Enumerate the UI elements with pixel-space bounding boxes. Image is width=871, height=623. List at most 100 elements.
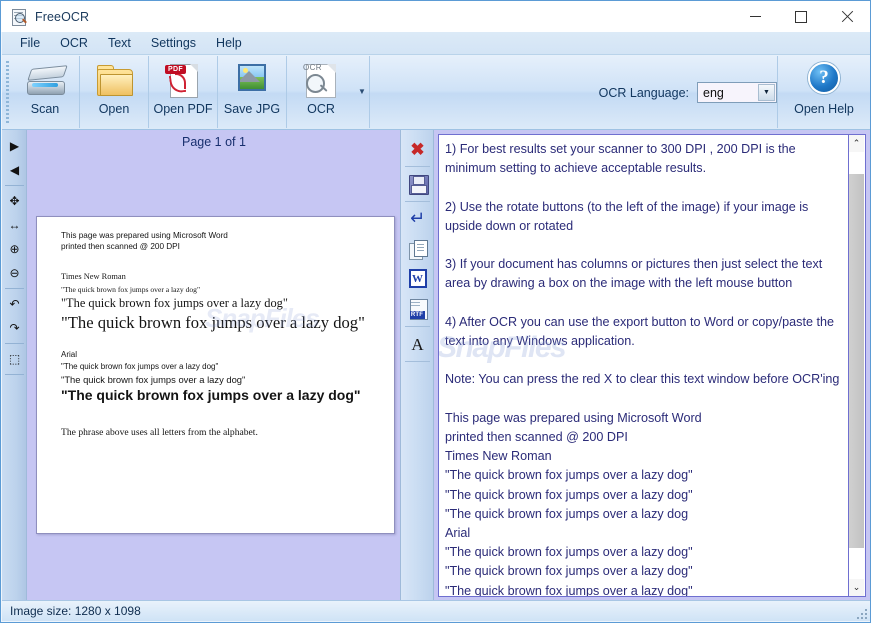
insert-paragraph-button[interactable]: ↵ [401,204,434,234]
scanned-line: The phrase above uses all letters from t… [61,427,258,438]
save-text-button[interactable] [401,169,434,199]
text-tools-strip: ✖ ↵ W RTF A [401,130,434,601]
ocr-language-group: OCR Language: eng ▼ [599,55,777,130]
font-settings-button[interactable]: A [401,329,434,359]
scanned-line: Times New Roman [61,272,126,281]
image-file-icon [231,61,273,99]
scanned-line: This page was prepared using Microsoft W… [61,231,228,240]
ocr-language-value: eng [703,85,724,100]
scanned-line: printed then scanned @ 200 DPI [61,242,180,251]
rotate-left-button[interactable]: ◀ [2,158,27,182]
title-bar: FreeOCR [1,1,870,32]
scrollbar-track[interactable] [849,152,864,579]
menu-file[interactable]: File [11,33,49,53]
menu-text[interactable]: Text [99,33,140,53]
close-icon [841,11,853,23]
scan-label: Scan [30,102,60,116]
tool-separator [404,361,430,362]
toolbar-separator [369,56,370,128]
app-icon [10,8,28,26]
window-controls [732,1,870,32]
open-button[interactable]: Open [80,55,148,127]
menu-help[interactable]: Help [207,33,251,53]
toolbar-primary-group: Scan Open PDF Open PDF Save JPG OCR OCR … [11,55,370,130]
scanned-page[interactable]: This page was prepared using Microsoft W… [36,216,395,534]
ocr-text-area[interactable]: SnapFiles 1) For best results set your s… [438,134,849,597]
tool-separator [4,343,24,344]
tool-separator [4,288,24,289]
menu-bar: File OCR Text Settings Help [2,32,870,55]
ocr-dropdown-button[interactable]: ▼ [355,55,369,127]
image-tools-strip: ▶ ◀ ✥ ↔ ⊕ ⊖ ↶ ↷ ⬚ [2,130,27,601]
scanned-line: "The quick brown fox jumps over a lazy d… [61,374,246,385]
scanner-icon [24,61,68,99]
page-indicator: Page 1 of 1 [182,135,246,149]
pan-tool-button[interactable]: ✥ [2,189,27,213]
undo-button[interactable]: ↶ [2,292,27,316]
scroll-up-button[interactable]: ⌃ [849,135,864,152]
tool-separator [404,201,430,202]
text-vertical-scrollbar[interactable]: ⌃ ⌄ [849,134,866,597]
chevron-down-icon[interactable]: ▼ [758,84,775,101]
ocr-button[interactable]: OCR OCR [287,55,355,127]
image-size-status: Image size: 1280 x 1098 [10,604,141,618]
open-label: Open [98,102,130,116]
scanned-line: "The quick brown fox jumps over a lazy d… [61,296,288,310]
main-toolbar: Scan Open PDF Open PDF Save JPG OCR OCR … [2,55,870,130]
minimize-button[interactable] [732,1,778,32]
tool-separator [4,185,24,186]
ocr-text-content[interactable]: 1) For best results set your scanner to … [445,140,841,596]
minimize-icon [749,16,761,17]
copy-text-button[interactable] [401,234,434,264]
export-rtf-button[interactable]: RTF [401,294,434,324]
tool-separator [404,326,430,327]
tool-separator [4,374,24,375]
font-letter-icon: A [411,334,424,354]
red-x-icon: ✖ [410,139,425,159]
redo-button[interactable]: ↷ [2,316,27,340]
zoom-out-button[interactable]: ⊖ [2,261,27,285]
ocr-label: OCR [307,102,335,116]
close-button[interactable] [824,1,870,32]
maximize-icon [795,10,807,23]
help-question-icon: ? [805,61,843,99]
scanned-line: "The quick brown fox jumps over a lazy d… [61,362,219,371]
copy-pages-icon [408,239,428,260]
maximize-button[interactable] [778,1,824,32]
rotate-right-button[interactable]: ▶ [2,134,27,158]
scrollbar-thumb[interactable] [849,174,864,548]
menu-settings[interactable]: Settings [142,33,205,53]
open-pdf-button[interactable]: PDF Open PDF [149,55,217,127]
freeocr-window: FreeOCR File OCR Text Settings Help Scan… [0,0,871,623]
scanned-line: "The quick brown fox jumps over a lazy d… [61,387,361,403]
enter-arrow-icon: ↵ [409,208,426,229]
status-bar: Image size: 1280 x 1098 [2,600,870,621]
ocr-language-label: OCR Language: [598,85,689,100]
scroll-down-button[interactable]: ⌄ [849,579,864,596]
zoom-in-button[interactable]: ⊕ [2,237,27,261]
rtf-export-icon: RTF [408,299,428,320]
toolbar-grip[interactable] [6,61,9,123]
scanned-line: "The quick brown fox jumps over a lazy d… [61,285,201,294]
scan-button[interactable]: Scan [11,55,79,127]
clear-text-button[interactable]: ✖ [401,134,434,164]
folder-open-icon [93,61,135,99]
menu-ocr[interactable]: OCR [51,33,97,53]
open-help-label: Open Help [794,102,854,116]
save-jpg-button[interactable]: Save JPG [218,55,286,127]
export-word-button[interactable]: W [401,264,434,294]
ocr-magnifier-icon: OCR [300,61,342,99]
scanned-line: Arial [61,350,78,359]
select-area-button[interactable]: ⬚ [2,347,27,371]
open-pdf-label: Open PDF [153,102,213,116]
word-export-icon: W [408,269,428,289]
floppy-disk-icon [408,174,429,195]
fit-width-button[interactable]: ↔ [2,213,27,237]
save-jpg-label: Save JPG [223,102,281,116]
open-help-button[interactable]: ? Open Help [778,55,870,127]
ocr-language-select[interactable]: eng ▼ [697,82,777,103]
main-area: ▶ ◀ ✥ ↔ ⊕ ⊖ ↶ ↷ ⬚ Page 1 of 1 This page … [2,130,870,601]
resize-grip[interactable] [855,607,867,619]
image-preview-pane[interactable]: Page 1 of 1 This page was prepared using… [27,130,401,601]
scanned-line: "The quick brown fox jumps over a lazy d… [61,313,365,332]
